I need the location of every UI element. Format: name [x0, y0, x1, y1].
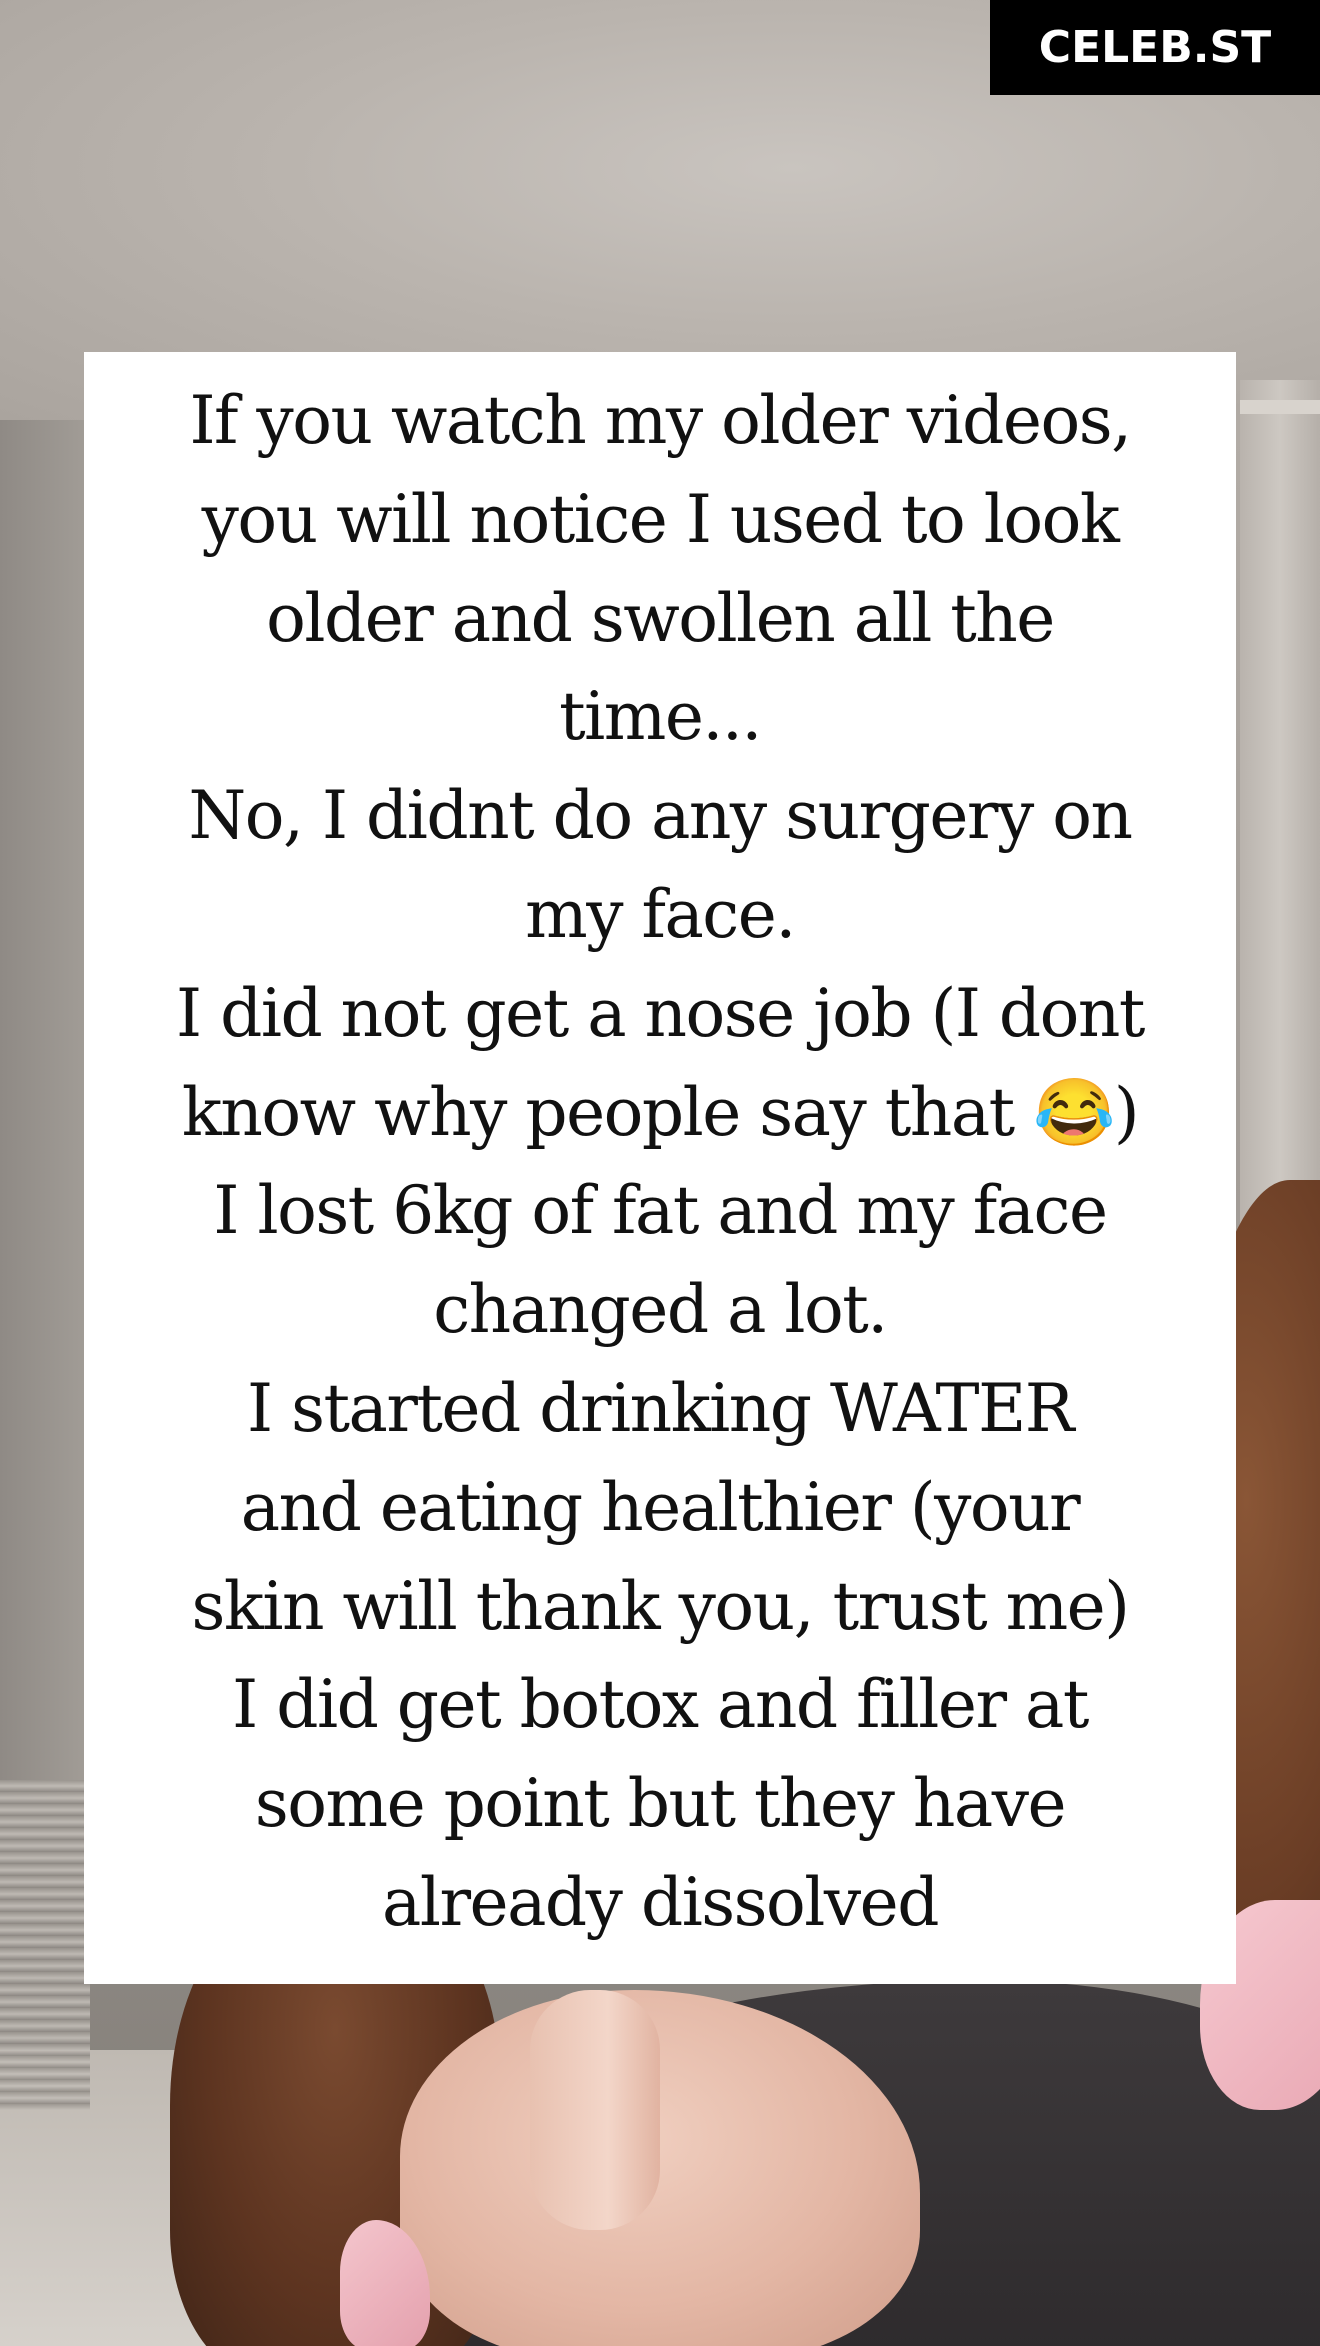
- caption-line: I lost 6kg of fat and my face: [213, 1172, 1108, 1250]
- caption-line: and eating healthier (your: [240, 1468, 1081, 1546]
- caption-line: skin will thank you, trust me): [191, 1567, 1130, 1645]
- caption-line: No, I didnt do any surgery on: [188, 777, 1134, 855]
- caption-line: I started drinking WATER: [247, 1369, 1074, 1447]
- caption-line: know why people say that 😂): [181, 1073, 1140, 1151]
- caption-line: I did not get a nose job (I dont: [176, 974, 1145, 1052]
- wall-left: [0, 420, 90, 1800]
- caption-line: already dissolved: [382, 1863, 939, 1941]
- caption-line: I did get botox and filler at: [232, 1666, 1089, 1744]
- mirrored-cabinet: [0, 1780, 90, 2110]
- wall-trim: [1240, 400, 1320, 414]
- caption-line: my face.: [525, 875, 796, 953]
- caption-card: If you watch my older videos, you will n…: [84, 352, 1236, 1984]
- brand-badge[interactable]: CELEB.ST: [990, 0, 1320, 95]
- wall-right: [1240, 380, 1320, 1280]
- finger: [530, 1990, 660, 2230]
- caption-line: older and swollen all the: [266, 579, 1055, 657]
- caption-line: If you watch my older videos,: [189, 382, 1132, 459]
- caption-line: you will notice I used to look: [201, 480, 1120, 558]
- caption-line: some point but they have: [254, 1765, 1067, 1843]
- caption-line: time...: [559, 678, 762, 756]
- caption-line: changed a lot.: [433, 1271, 888, 1349]
- brand-label: CELEB.ST: [1038, 22, 1272, 73]
